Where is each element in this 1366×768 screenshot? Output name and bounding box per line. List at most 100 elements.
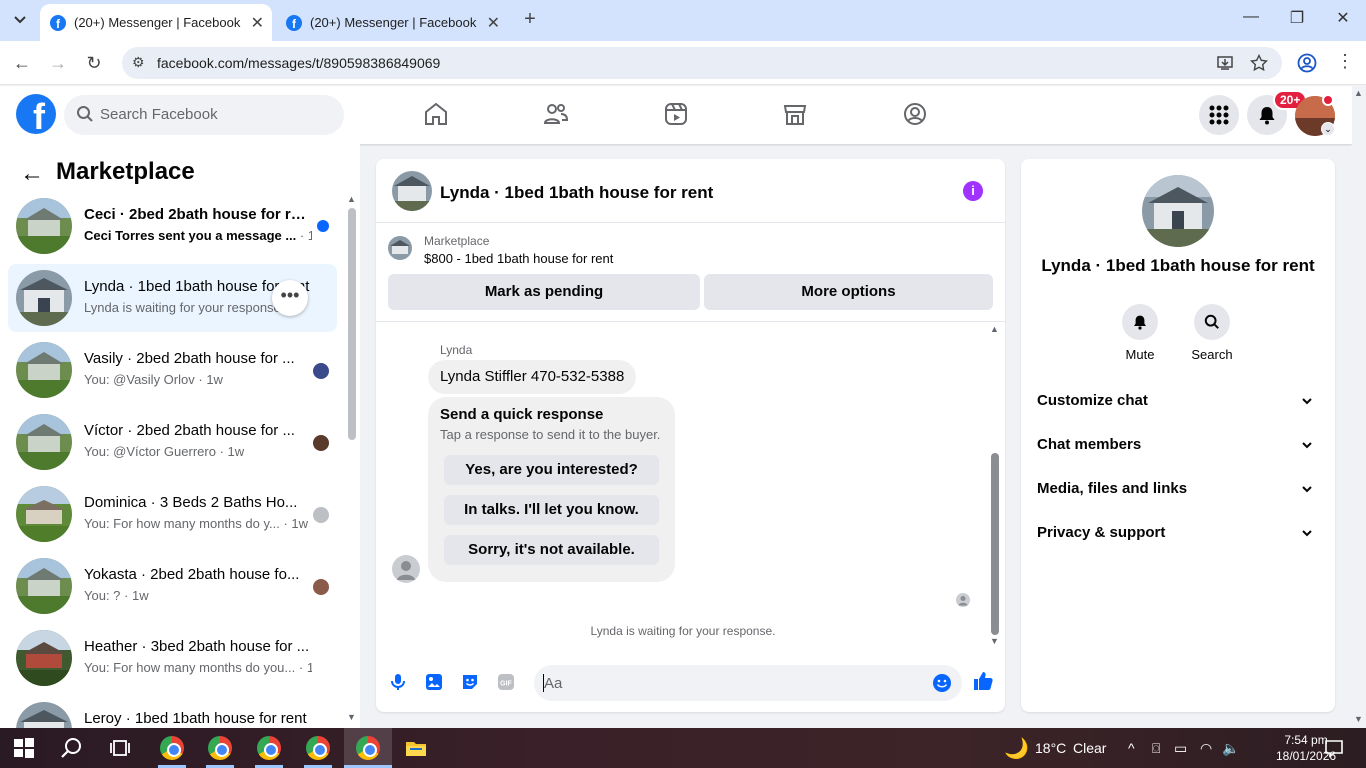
sidebar-scrollbar[interactable] xyxy=(348,208,356,440)
quick-reply-button[interactable]: Yes, are you interested? xyxy=(444,455,659,485)
search-action[interactable]: Search xyxy=(1182,304,1242,362)
conversation-title: Dominica · 3 Beds 2 Baths Ho... xyxy=(84,494,298,511)
page-scroll-up[interactable]: ▲ xyxy=(1354,88,1363,98)
tray-overflow-chevron-icon[interactable]: ^ xyxy=(1128,740,1135,756)
close-tab-icon[interactable]: ✕ xyxy=(487,13,500,33)
weather-moon-icon[interactable]: 🌙 xyxy=(1004,736,1029,761)
chat-avatar[interactable] xyxy=(392,171,432,211)
menu-grid-button[interactable] xyxy=(1199,95,1239,135)
conversation-preview: You: ? · 1w xyxy=(84,588,149,603)
quick-reply-button[interactable]: In talks. I'll let you know. xyxy=(444,495,659,525)
browser-menu-icon[interactable]: ⋮ xyxy=(1336,51,1354,72)
thumbs-up-icon[interactable] xyxy=(972,670,994,692)
chat-members-row[interactable]: Chat members xyxy=(1037,429,1319,461)
page-scroll-down[interactable]: ▼ xyxy=(1354,714,1363,724)
url-text[interactable]: facebook.com/messages/t/890598386849069 xyxy=(157,55,440,71)
search-placeholder: Search Facebook xyxy=(100,106,218,123)
facebook-search-box[interactable]: Search Facebook xyxy=(64,95,344,135)
sender-label: Lynda xyxy=(440,343,473,357)
mark-as-pending-button[interactable]: Mark as pending xyxy=(388,274,700,310)
forward-button[interactable]: → xyxy=(46,51,70,75)
conversation-item[interactable]: Vasily · 2bed 2bath house for ... You: @… xyxy=(8,336,337,404)
omnibox[interactable]: ⚙ facebook.com/messages/t/89059838684906… xyxy=(122,47,1282,79)
close-window-button[interactable]: ✕ xyxy=(1328,8,1358,28)
message-bubble[interactable]: Lynda Stiffler 470-532-5388 xyxy=(428,360,637,394)
chrome-active-taskbar-icon[interactable] xyxy=(356,736,380,760)
file-explorer-icon[interactable] xyxy=(404,736,428,760)
marketplace-icon[interactable] xyxy=(781,100,809,128)
listing-source: Marketplace xyxy=(424,234,490,248)
facebook-logo-icon[interactable]: f xyxy=(16,94,56,134)
media-files-links-row[interactable]: Media, files and links xyxy=(1037,473,1319,505)
privacy-support-row[interactable]: Privacy & support xyxy=(1037,517,1319,549)
page-scrollbar[interactable]: ▲ ▼ xyxy=(1352,86,1366,728)
install-app-icon[interactable] xyxy=(1217,55,1233,71)
task-view-icon[interactable] xyxy=(108,736,132,760)
chat-title[interactable]: Lynda · 1bed 1bath house for rent xyxy=(440,183,713,203)
conversation-item[interactable]: Ceci · 2bed 2bath house for rent Ceci To… xyxy=(8,192,337,260)
gaming-icon[interactable] xyxy=(901,100,929,128)
message-input[interactable]: Aa xyxy=(534,665,962,701)
chrome-profile-taskbar-icon[interactable] xyxy=(257,736,281,760)
chevron-down-icon xyxy=(1302,486,1312,493)
bookmark-star-icon[interactable] xyxy=(1250,54,1268,72)
conversation-item[interactable]: Leroy · 1bed 1bath house for rent xyxy=(8,696,337,728)
weather-condition[interactable]: Clear xyxy=(1073,740,1106,756)
site-settings-icon[interactable]: ⚙ xyxy=(132,54,145,71)
windows-start-icon[interactable] xyxy=(12,736,36,760)
conversation-item-active[interactable]: Lynda · 1bed 1bath house for rent Lynda … xyxy=(8,264,337,332)
browser-tab-2[interactable]: f (20+) Messenger | Facebook ✕ xyxy=(276,4,508,41)
scroll-up-arrow[interactable]: ▲ xyxy=(347,194,356,204)
customize-chat-row[interactable]: Customize chat xyxy=(1037,385,1319,417)
conversation-item[interactable]: Dominica · 3 Beds 2 Baths Ho... You: For… xyxy=(8,480,337,548)
conversation-preview: You: @Víctor Guerrero · 1w xyxy=(84,444,245,459)
emoji-icon[interactable] xyxy=(932,673,952,693)
scroll-down-arrow[interactable]: ▼ xyxy=(347,712,356,722)
gif-icon[interactable]: GIF xyxy=(496,672,516,692)
details-avatar[interactable] xyxy=(1142,175,1214,247)
conversation-item[interactable]: Víctor · 2bed 2bath house for ... You: @… xyxy=(8,408,337,476)
restore-button[interactable]: ❐ xyxy=(1282,8,1312,28)
chrome-profile-taskbar-icon[interactable] xyxy=(306,736,330,760)
chat-scrollbar[interactable] xyxy=(991,453,999,635)
video-icon[interactable] xyxy=(662,100,690,128)
conversation-item[interactable]: Yokasta · 2bed 2bath house fo... You: ? … xyxy=(8,552,337,620)
account-alert-dot xyxy=(1322,94,1334,106)
more-options-button[interactable]: More options xyxy=(704,274,993,310)
wifi-icon[interactable]: ◠ xyxy=(1200,740,1212,757)
notification-center-icon[interactable] xyxy=(1322,736,1346,760)
account-chevron-icon[interactable]: ⌄ xyxy=(1321,122,1335,136)
tab-search-button[interactable] xyxy=(6,8,34,32)
browser-tab-1[interactable]: f (20+) Messenger | Facebook ✕ xyxy=(40,4,272,41)
weather-temp[interactable]: 18°C xyxy=(1035,740,1066,756)
facebook-header: f Search Facebook 20+ ⌄ xyxy=(0,86,1352,144)
search-icon[interactable] xyxy=(60,736,84,760)
photo-icon[interactable] xyxy=(424,672,444,692)
volume-icon[interactable]: 🔈 xyxy=(1222,740,1239,757)
meet-now-icon[interactable]: ⌼ xyxy=(1152,740,1160,757)
chat-scroll-up[interactable]: ▲ xyxy=(990,324,999,334)
quick-reply-button[interactable]: Sorry, it's not available. xyxy=(444,535,659,565)
sticker-icon[interactable] xyxy=(460,672,480,692)
profile-icon[interactable] xyxy=(1297,53,1317,73)
minimize-button[interactable]: — xyxy=(1236,8,1266,26)
new-tab-button[interactable]: + xyxy=(518,8,542,31)
microphone-icon[interactable] xyxy=(388,672,408,692)
chat-scroll-down[interactable]: ▼ xyxy=(990,636,999,646)
back-button[interactable]: ← xyxy=(10,51,34,75)
chrome-taskbar-icon[interactable] xyxy=(160,736,184,760)
reload-button[interactable]: ↻ xyxy=(82,51,106,75)
battery-icon[interactable]: ▭ xyxy=(1174,740,1187,757)
close-tab-icon[interactable]: ✕ xyxy=(251,13,264,33)
chrome-profile-taskbar-icon[interactable] xyxy=(208,736,232,760)
conversation-options-button[interactable]: ••• xyxy=(272,280,308,316)
message-composer: GIF Aa xyxy=(376,659,1005,712)
svg-text:GIF: GIF xyxy=(500,681,512,688)
home-icon[interactable] xyxy=(422,100,450,128)
mute-action[interactable]: Mute xyxy=(1110,304,1170,362)
listing-title[interactable]: $800 - 1bed 1bath house for rent xyxy=(424,251,613,266)
back-arrow-icon[interactable]: ← xyxy=(20,160,44,188)
friends-icon[interactable] xyxy=(542,100,570,128)
conversation-item[interactable]: Heather · 3bed 2bath house for ... You: … xyxy=(8,624,337,692)
info-icon[interactable]: i xyxy=(963,181,983,201)
